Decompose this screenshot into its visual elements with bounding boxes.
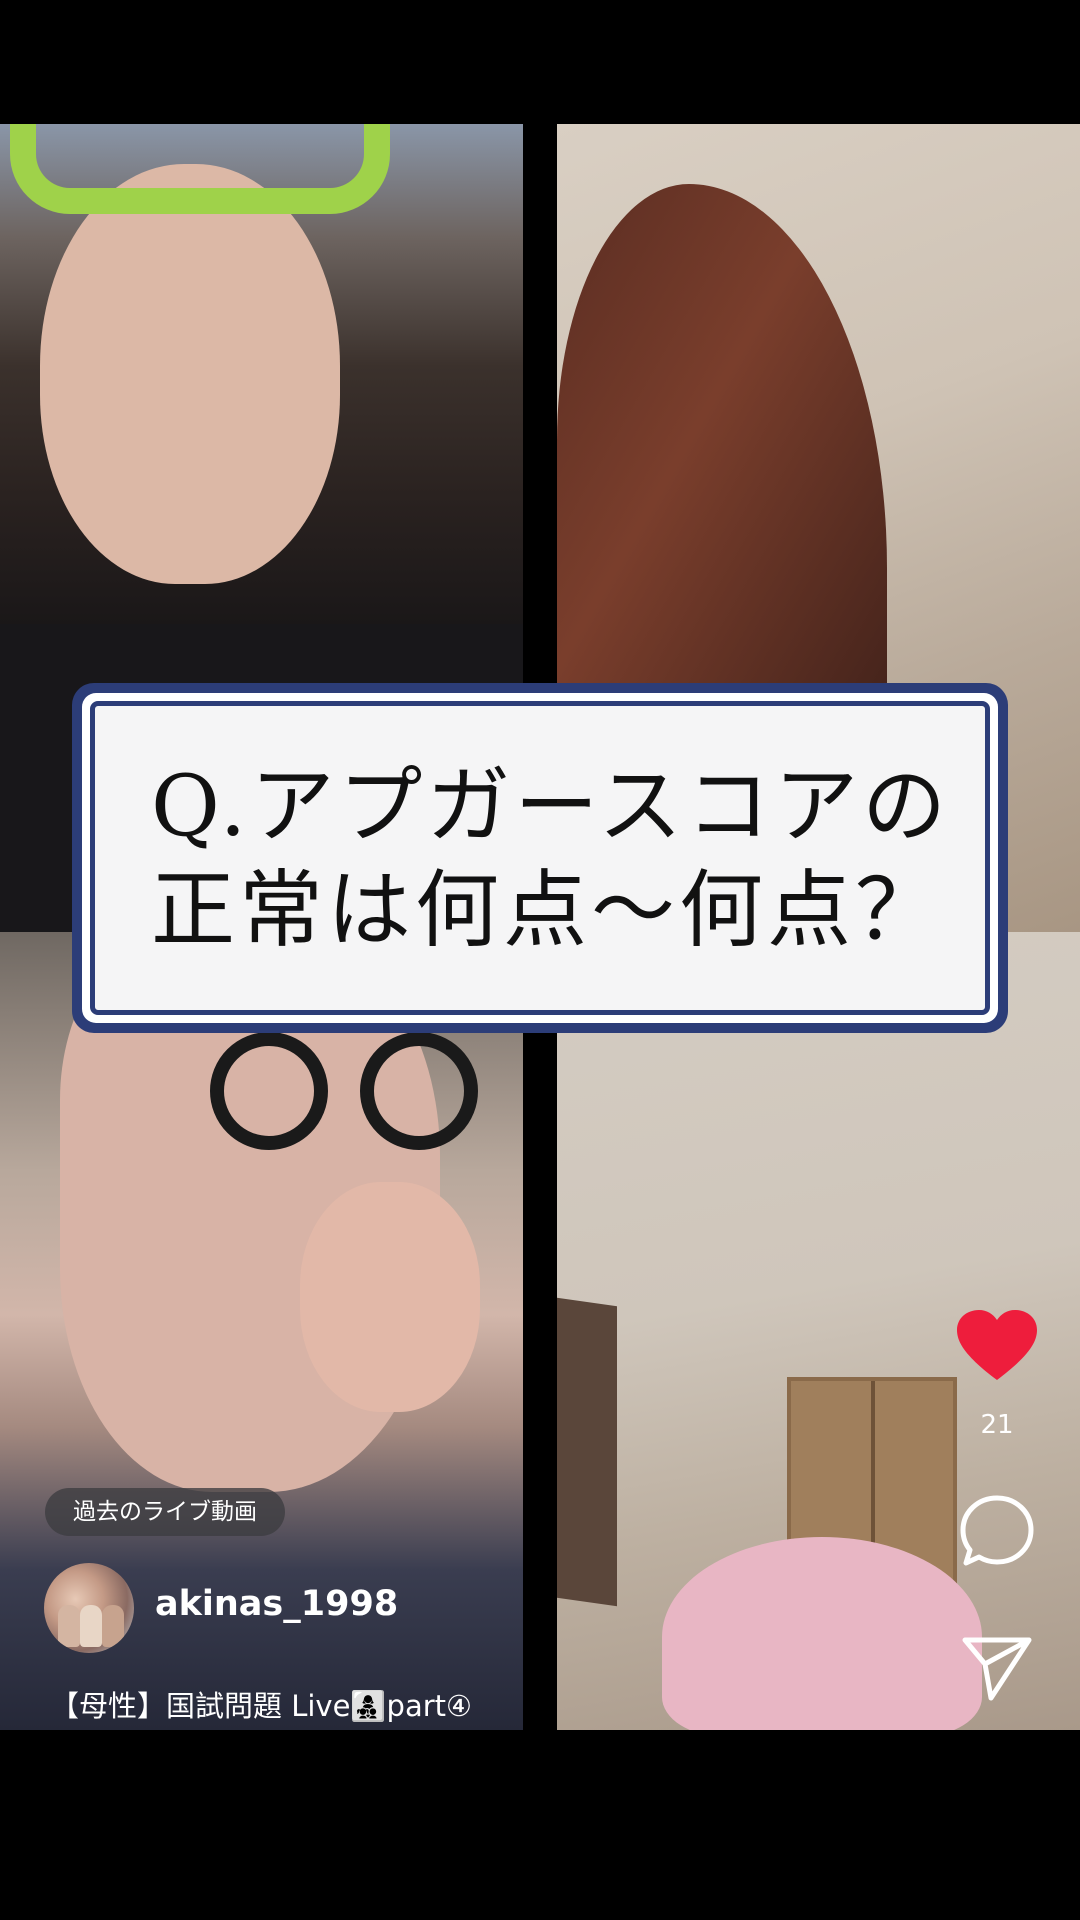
heart-icon — [957, 1310, 1037, 1380]
question-line-2: 正常は何点〜何点？ — [151, 861, 944, 959]
past-live-badge: 過去のライブ動画 — [45, 1488, 285, 1536]
comment-button[interactable] — [955, 1490, 1039, 1574]
like-count: 21 — [980, 1410, 1014, 1440]
comment-bubble-icon — [960, 1495, 1034, 1566]
green-headband — [10, 124, 390, 214]
question-card: Q.アプガースコアの 正常は何点〜何点？ — [72, 683, 1008, 1033]
hand — [300, 1182, 480, 1412]
wall-picture — [557, 1297, 617, 1607]
like-button[interactable] — [955, 1308, 1039, 1384]
pink-hat — [662, 1537, 982, 1730]
send-icon — [962, 1637, 1032, 1701]
participant-face — [40, 164, 340, 584]
video-title: 【母性】国試問題 Live👩‍👧‍👦part④ — [50, 1689, 473, 1723]
share-button[interactable] — [955, 1628, 1039, 1708]
username-link[interactable]: akinas_1998 — [155, 1584, 398, 1624]
question-line-1: Q.アプガースコアの — [151, 757, 951, 855]
avatar[interactable] — [44, 1563, 134, 1653]
glasses — [210, 1032, 500, 1152]
